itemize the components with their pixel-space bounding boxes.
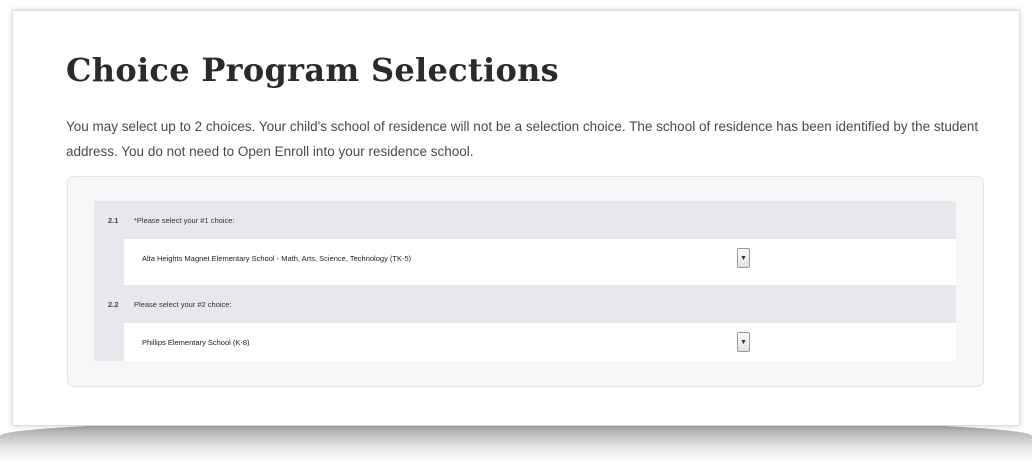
question-label: Please select your #2 choice: (134, 299, 232, 309)
chevron-down-icon[interactable]: ▼ (737, 248, 750, 268)
page-title: Choice Program Selections (66, 51, 559, 89)
choice-panel: 2.1 *Please select your #1 choice: Alta … (67, 176, 984, 387)
question-label: *Please select your #1 choice: (134, 215, 235, 225)
question-header: 2.2 Please select your #2 choice: (94, 285, 956, 323)
question-body: Phillips Elementary School (K-8) ▼ (124, 323, 956, 361)
question-number: 2.2 (108, 299, 119, 309)
question-choice-2: 2.2 Please select your #2 choice: Philli… (94, 285, 956, 361)
question-number: 2.1 (108, 215, 119, 225)
question-choice-1: 2.1 *Please select your #1 choice: Alta … (94, 201, 956, 285)
question-header: 2.1 *Please select your #1 choice: (94, 201, 956, 239)
form-sheet: Choice Program Selections You may select… (12, 10, 1020, 426)
choice-2-select[interactable]: Phillips Elementary School (K-8) ▼ (138, 331, 750, 353)
chevron-down-icon[interactable]: ▼ (737, 332, 750, 352)
choice-2-selected-value: Phillips Elementary School (K-8) (142, 337, 250, 347)
question-body: Alta Heights Magnet Elementary School - … (124, 239, 956, 285)
intro-text: You may select up to 2 choices. Your chi… (66, 119, 979, 159)
choice-1-selected-value: Alta Heights Magnet Elementary School - … (142, 253, 412, 263)
choice-1-select[interactable]: Alta Heights Magnet Elementary School - … (138, 247, 750, 269)
